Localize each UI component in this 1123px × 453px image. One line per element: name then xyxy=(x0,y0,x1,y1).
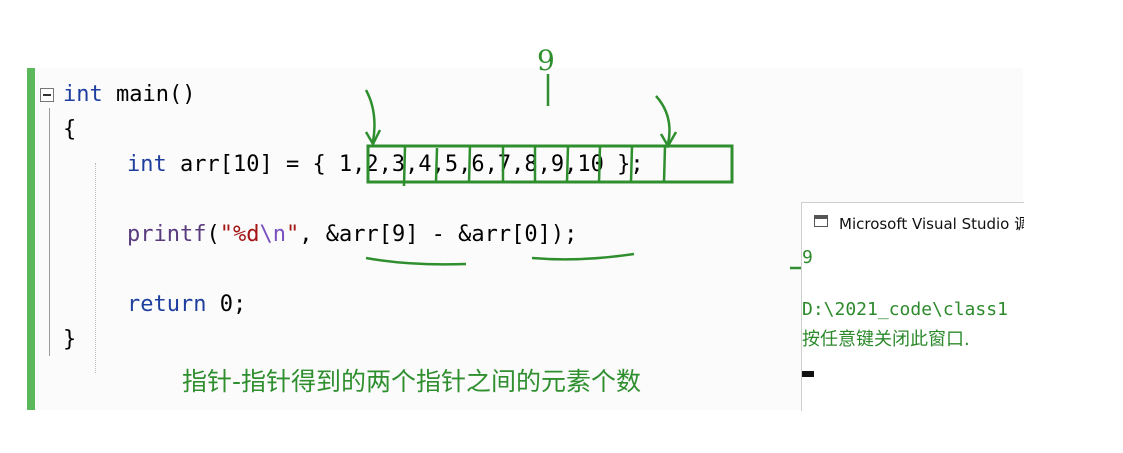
console-output-result: 9 xyxy=(802,247,813,268)
underline-arr0 xyxy=(531,252,635,261)
handwritten-number: 9 xyxy=(537,44,555,77)
console-cursor xyxy=(802,371,814,377)
console-title: Microsoft Visual Studio 调 xyxy=(839,215,1024,233)
element-dividers xyxy=(402,144,667,187)
annotation-caption: 指针-指针得到的两个指针之间的元素个数 xyxy=(182,367,642,396)
console-output-prompt: 按任意键关闭此窗口. xyxy=(802,329,970,350)
array-box xyxy=(366,144,734,184)
console-titlebar[interactable]: Microsoft Visual Studio 调 xyxy=(802,203,1024,239)
console-output-path: D:\2021_code\class1 xyxy=(802,299,1008,320)
console-window[interactable]: Microsoft Visual Studio 调 9 D:\2021_code… xyxy=(801,202,1024,411)
underline-arr9 xyxy=(365,256,467,266)
console-app-icon xyxy=(814,215,828,227)
